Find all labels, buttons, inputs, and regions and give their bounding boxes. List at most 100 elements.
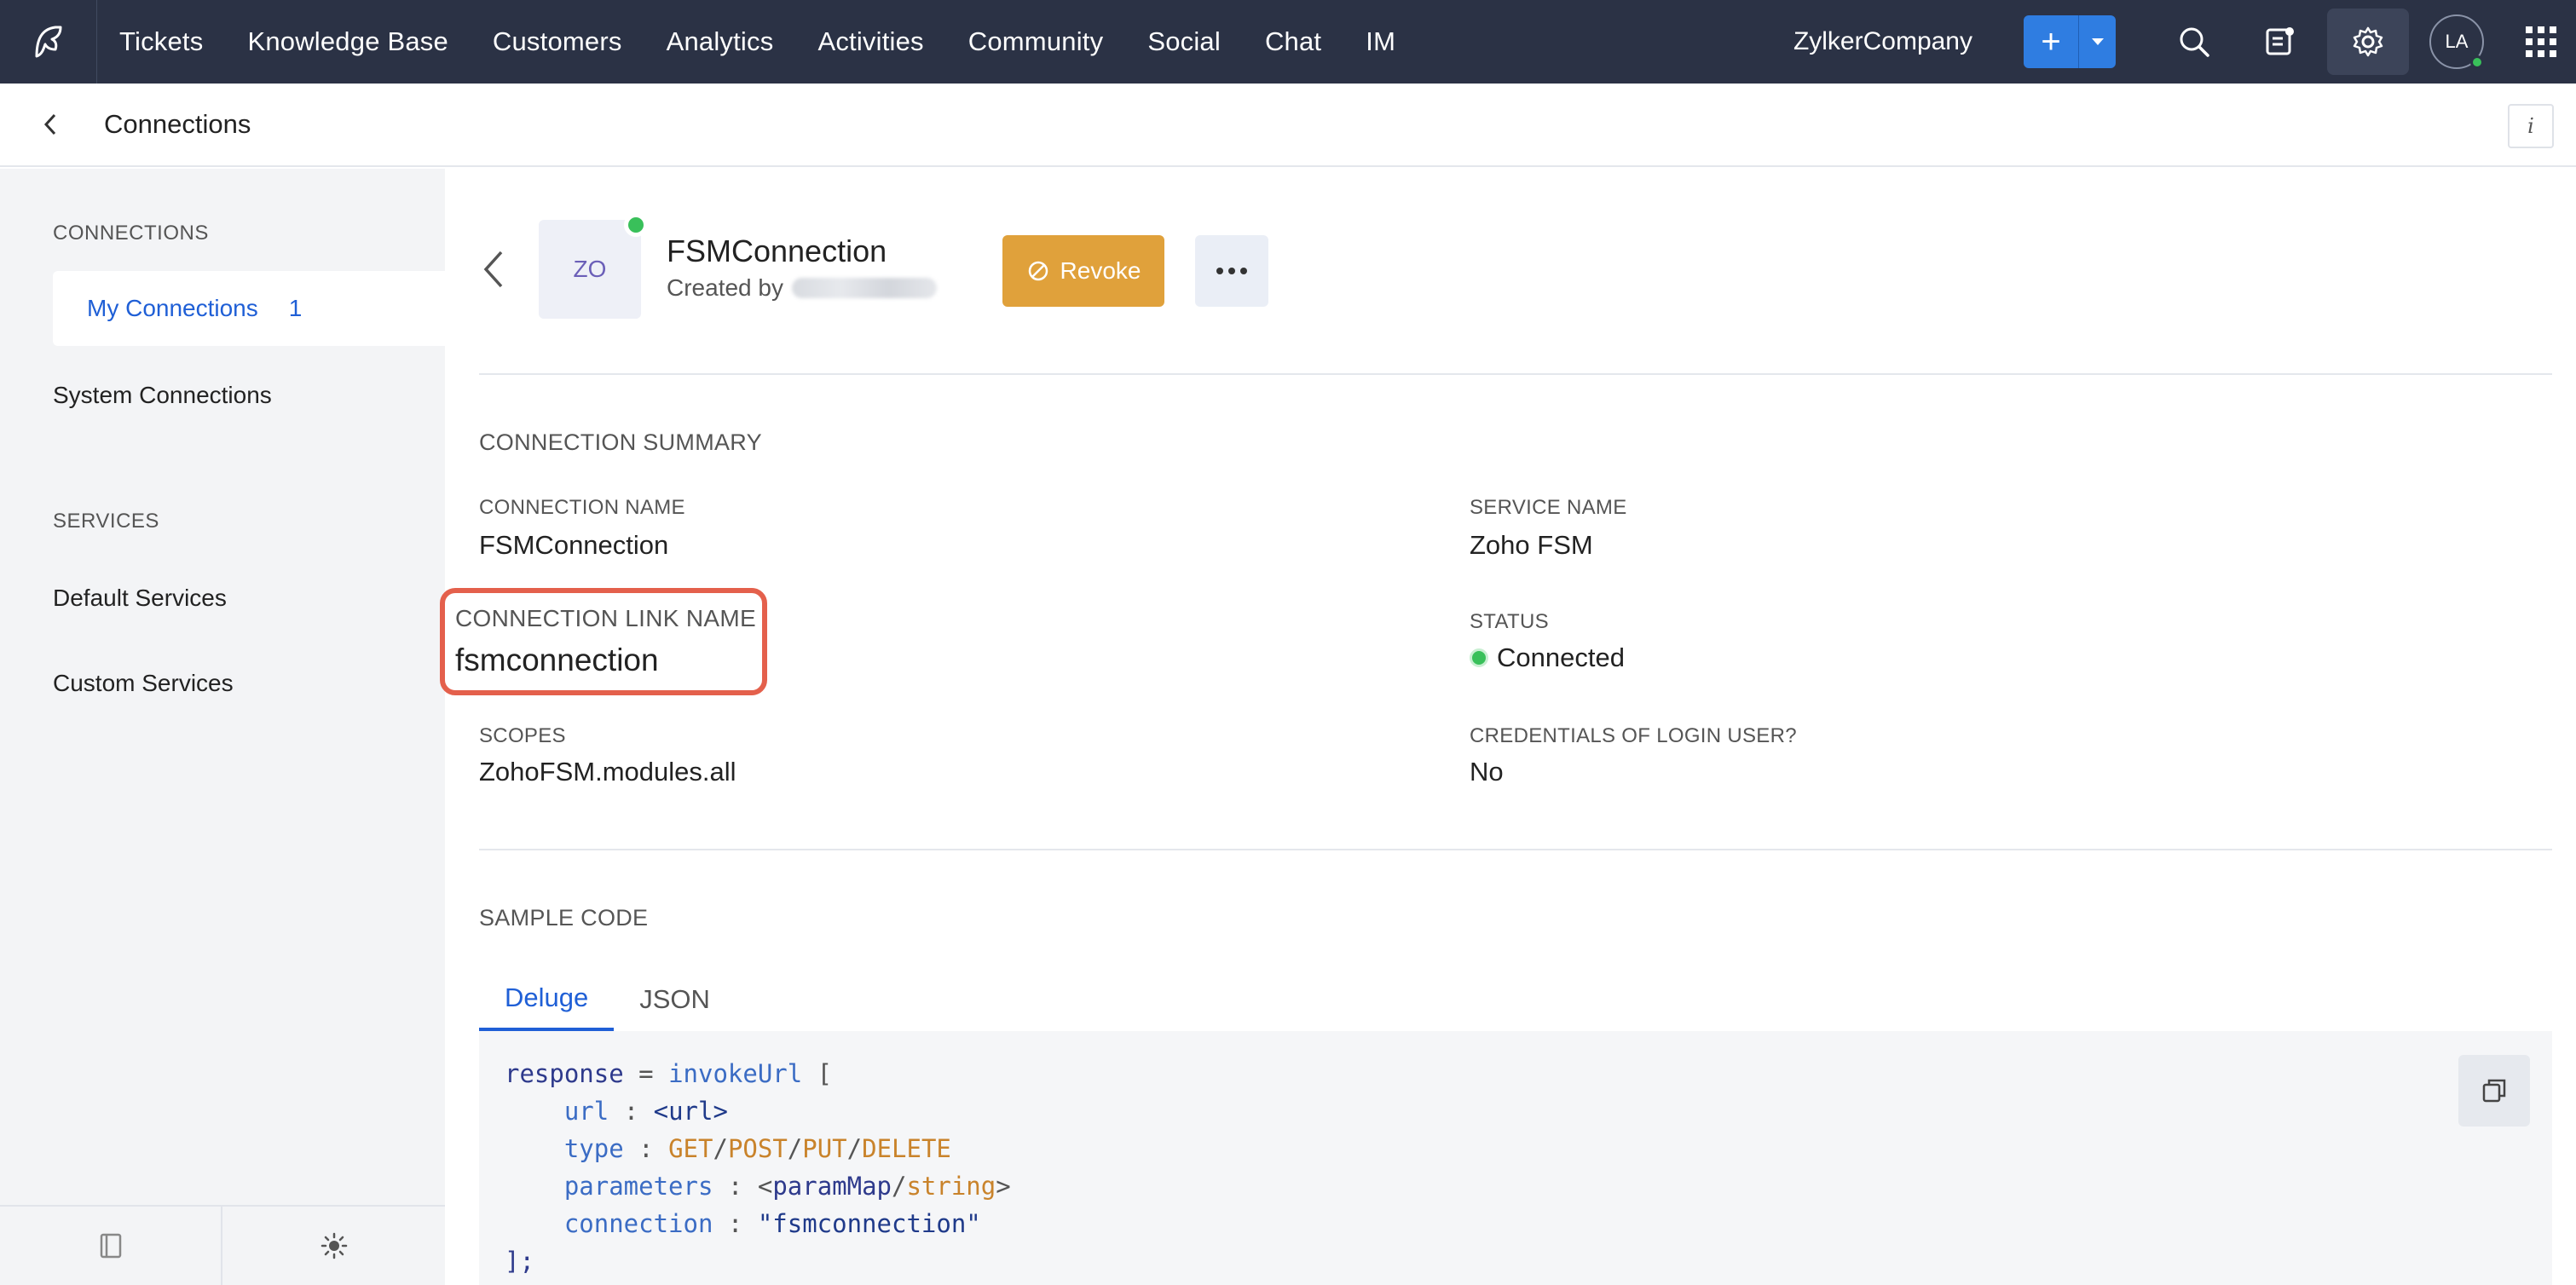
revoke-button[interactable]: Revoke <box>1002 235 1164 307</box>
code-token: invokeUrl <box>668 1059 803 1088</box>
code-token: / <box>846 1134 863 1163</box>
scopes-label: SCOPES <box>479 724 566 747</box>
code-token: parameters <box>563 1172 713 1201</box>
sidebar-item-my-connections[interactable]: My Connections 1 <box>53 271 445 346</box>
code-token: = <box>623 1059 669 1088</box>
nav-tab-activities[interactable]: Activities <box>795 0 945 84</box>
more-options-button[interactable] <box>1195 235 1268 307</box>
connection-title: FSMConnection <box>667 233 887 268</box>
company-switcher[interactable]: ZylkerCompany <box>1793 27 1972 56</box>
service-name-value: Zoho FSM <box>1470 530 1593 560</box>
code-token: DELETE <box>862 1134 951 1163</box>
nav-tab-knowledge-base[interactable]: Knowledge Base <box>225 0 470 84</box>
search-button[interactable] <box>2151 0 2237 84</box>
connection-avatar: ZO <box>539 213 648 319</box>
page-title: Connections <box>104 109 251 139</box>
code-line-3: type : GET/POST/PUT/DELETE <box>505 1130 2527 1167</box>
nav-tab-customers[interactable]: Customers <box>471 0 644 84</box>
link-name-highlight <box>440 588 767 695</box>
gear-icon <box>2353 26 2383 57</box>
connection-online-dot <box>624 213 648 237</box>
detail-back-button[interactable] <box>481 249 505 294</box>
apps-grid-button[interactable] <box>2506 0 2576 84</box>
code-line-4: parameters : <paramMap/string> <box>505 1167 2527 1205</box>
nav-tab-tickets[interactable]: Tickets <box>97 0 225 84</box>
notifications-button[interactable] <box>2237 0 2322 84</box>
code-token: [ <box>802 1059 833 1088</box>
settings-button[interactable] <box>2327 9 2409 75</box>
code-token: : <box>623 1134 669 1163</box>
code-line-2: url : <url> <box>505 1092 2527 1130</box>
code-token: : <box>713 1172 758 1201</box>
code-token: < <box>757 1172 773 1201</box>
sidebar-heading-services: SERVICES <box>53 510 159 533</box>
nav-tab-im[interactable]: IM <box>1343 0 1418 84</box>
user-avatar[interactable]: LA <box>2429 14 2484 69</box>
scopes-value: ZohoFSM.modules.all <box>479 757 736 787</box>
top-navigation-bar: Tickets Knowledge Base Customers Analyti… <box>0 0 2576 84</box>
code-token: <url> <box>653 1097 728 1126</box>
search-icon <box>2180 27 2209 57</box>
page-subheader: Connections i <box>0 84 2576 167</box>
code-token: : <box>609 1097 654 1126</box>
info-button[interactable]: i <box>2508 104 2554 148</box>
credentials-label: CREDENTIALS OF LOGIN USER? <box>1470 724 1797 747</box>
sidebar-item-default-services[interactable]: Default Services <box>53 585 227 612</box>
code-token: / <box>787 1134 803 1163</box>
subheader-back-button[interactable] <box>41 112 84 137</box>
nav-tab-analytics[interactable]: Analytics <box>644 0 796 84</box>
code-token: url <box>563 1097 609 1126</box>
header-divider <box>479 373 2552 375</box>
copy-icon <box>2482 1079 2506 1103</box>
connection-avatar-initials: ZO <box>573 256 607 282</box>
sidebar-item-count: 1 <box>288 295 303 321</box>
collapse-sidebar-button[interactable] <box>0 1207 222 1285</box>
code-token: / <box>713 1134 728 1163</box>
code-token: POST <box>727 1134 788 1163</box>
add-button-group: + <box>2024 15 2116 68</box>
notepad-icon <box>2266 27 2294 55</box>
redacted-creator-name <box>791 278 937 298</box>
main-nav-tabs: Tickets Knowledge Base Customers Analyti… <box>97 0 1418 84</box>
book-icon <box>100 1233 121 1259</box>
sidebar-heading-connections: CONNECTIONS <box>53 222 209 245</box>
theme-toggle-button[interactable] <box>222 1207 445 1285</box>
caret-down-icon <box>2091 38 2104 45</box>
code-line-6: ]; <box>505 1247 534 1276</box>
more-horizontal-icon <box>1216 268 1247 274</box>
copy-code-button[interactable] <box>2458 1055 2530 1127</box>
code-token: type <box>563 1134 624 1163</box>
revoke-button-label: Revoke <box>1060 257 1141 284</box>
sidebar-footer <box>0 1205 445 1285</box>
tab-json[interactable]: JSON <box>614 968 736 1031</box>
connection-name-label: CONNECTION NAME <box>479 496 685 519</box>
code-token: > <box>996 1172 1011 1201</box>
connection-link-name-value: fsmconnection <box>455 642 659 677</box>
connection-name-value: FSMConnection <box>479 530 669 560</box>
chevron-left-icon <box>483 251 503 288</box>
nav-tab-social[interactable]: Social <box>1125 0 1243 84</box>
nav-tab-chat[interactable]: Chat <box>1243 0 1343 84</box>
sidebar-item-system-connections[interactable]: System Connections <box>53 382 272 409</box>
add-dropdown-button[interactable] <box>2078 15 2116 68</box>
nav-tab-community[interactable]: Community <box>946 0 1126 84</box>
sidebar: CONNECTIONS My Connections 1 System Conn… <box>0 169 445 1285</box>
code-language-tabs: Deluge JSON <box>479 968 736 1031</box>
code-token: "fsmconnection" <box>757 1209 981 1238</box>
status-connected-dot <box>1470 648 1488 667</box>
status-value-text: Connected <box>1497 642 1625 672</box>
add-new-button[interactable]: + <box>2024 15 2078 68</box>
sample-code-heading: SAMPLE CODE <box>479 905 649 931</box>
code-token: / <box>892 1172 907 1201</box>
summary-divider <box>479 849 2552 850</box>
app-logo-icon[interactable] <box>0 0 97 84</box>
tab-deluge[interactable]: Deluge <box>479 968 615 1031</box>
sidebar-item-label: My Connections <box>87 295 258 321</box>
nav-right-actions: ZylkerCompany + LA <box>1793 0 2576 84</box>
service-name-label: SERVICE NAME <box>1470 496 1627 519</box>
created-by-label: Created by <box>667 274 783 301</box>
sidebar-item-custom-services[interactable]: Custom Services <box>53 670 234 697</box>
code-token: : <box>713 1209 758 1238</box>
sample-code-block: response = invokeUrl [ url : <url> type … <box>479 1031 2552 1285</box>
credentials-value: No <box>1470 757 1504 787</box>
